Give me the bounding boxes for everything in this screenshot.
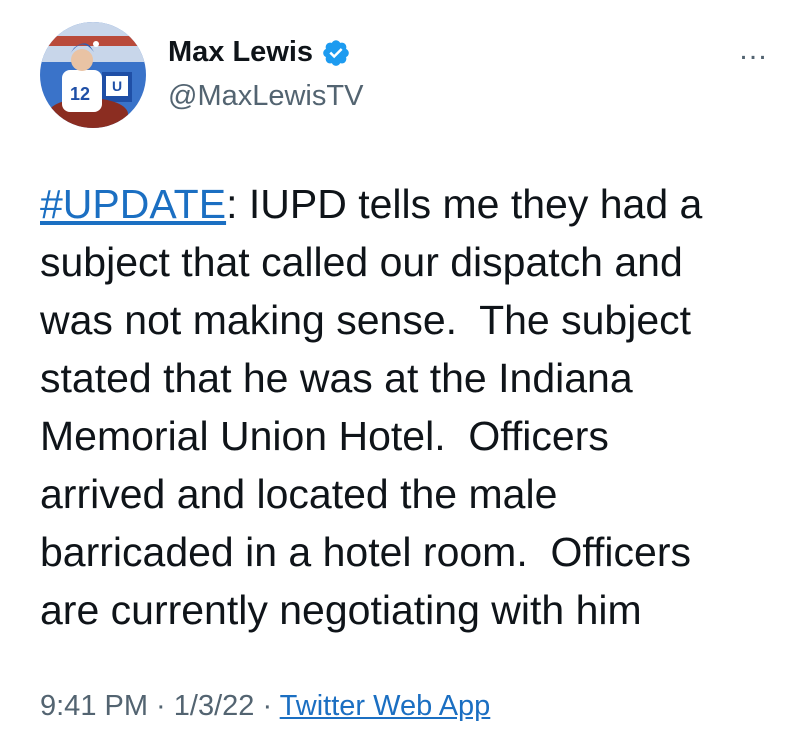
tweet-line: was not making sense. The subject	[40, 297, 692, 343]
svg-text:U: U	[112, 78, 122, 94]
author-name-row: Max Lewis	[168, 36, 351, 69]
tweet-text: #UPDATE: IUPD tells me they had a subjec…	[40, 175, 770, 639]
tweet-source-link[interactable]: Twitter Web App	[280, 690, 491, 722]
tweet-time[interactable]: 9:41 PM	[40, 690, 148, 722]
tweet-line: #UPDATE: IUPD tells me they had a	[40, 175, 770, 233]
tweet-line: stated that he was at the Indiana	[40, 355, 633, 401]
tweet-line: arrived and located the male	[40, 471, 558, 517]
tweet-line: are currently negotiating with him	[40, 587, 642, 633]
tweet-date[interactable]: 1/3/22	[174, 690, 255, 722]
meta-separator: ·	[148, 690, 174, 722]
tweet-line: subject that called our dispatch and	[40, 239, 683, 285]
tweet-line: barricaded in a hotel room. Officers	[40, 529, 691, 575]
hashtag-link[interactable]: #UPDATE	[40, 181, 226, 227]
tweet-line: Memorial Union Hotel. Officers	[40, 413, 609, 459]
tweet-line-text: : IUPD tells me they had a	[226, 181, 703, 227]
avatar-photo-icon: U 12	[40, 22, 146, 128]
meta-separator: ·	[254, 690, 280, 722]
author-handle[interactable]: @MaxLewisTV	[168, 80, 363, 113]
verified-badge-icon	[321, 38, 351, 68]
author-avatar[interactable]: U 12	[40, 22, 146, 128]
author-display-name[interactable]: Max Lewis	[168, 36, 313, 69]
svg-text:12: 12	[70, 84, 90, 104]
more-options-icon[interactable]: …	[738, 35, 768, 65]
tweet-metadata: 9:41 PM · 1/3/22 · Twitter Web App	[40, 690, 490, 723]
